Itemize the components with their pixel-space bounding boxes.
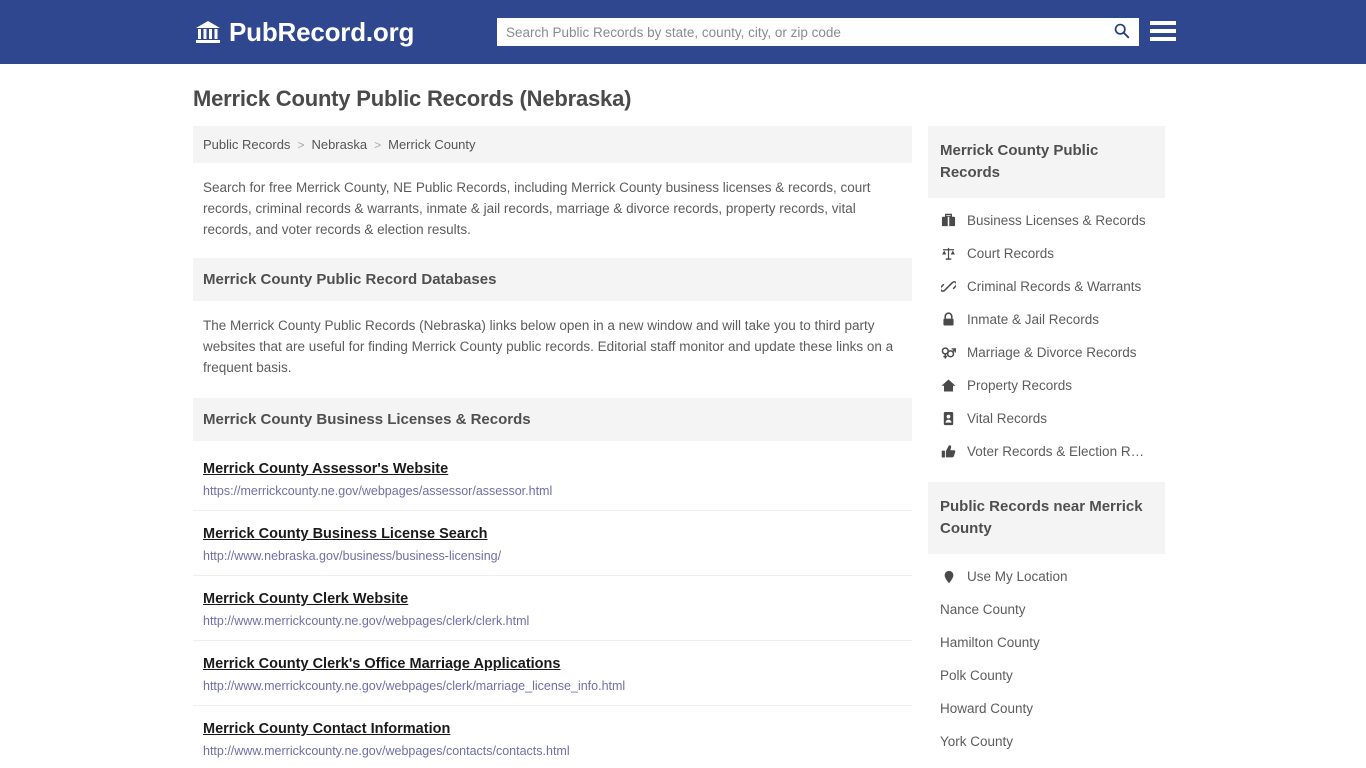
sidebar-records-list: Business Licenses & Records Court Record… (928, 198, 1165, 472)
sidebar-nearby-heading: Public Records near Merrick County (928, 482, 1165, 554)
search-icon (1113, 22, 1130, 42)
sidebar-item-label: Polk County (940, 668, 1013, 683)
search-button[interactable] (1104, 19, 1138, 45)
site-header: PubRecord.org (0, 0, 1366, 64)
map-pin-icon (940, 570, 957, 584)
list-item: Merrick County Assessor's Website https:… (193, 445, 912, 511)
breadcrumb: Public Records > Nebraska > Merrick Coun… (193, 126, 912, 163)
sidebar-item-label: Criminal Records & Warrants (967, 279, 1142, 294)
record-link-url[interactable]: https://merrickcounty.ne.gov/webpages/as… (203, 484, 902, 498)
business-section-heading: Merrick County Business Licenses & Recor… (193, 398, 912, 441)
main-column: Public Records > Nebraska > Merrick Coun… (193, 126, 912, 768)
business-link-list: Merrick County Assessor's Website https:… (193, 445, 912, 768)
sidebar-item-label: Use My Location (967, 569, 1068, 584)
record-link-url[interactable]: http://www.merrickcounty.ne.gov/webpages… (203, 614, 902, 628)
sidebar-item-label: Vital Records (967, 411, 1048, 426)
sidebar-item-label: Property Records (967, 378, 1073, 393)
databases-section-body: The Merrick County Public Records (Nebra… (203, 318, 894, 375)
record-link-url[interactable]: http://www.nebraska.gov/business/busines… (203, 549, 902, 563)
sidebar-item-hamilton-county[interactable]: Hamilton County (928, 626, 1165, 659)
sidebar-item-marriage-divorce-records[interactable]: Marriage & Divorce Records (928, 336, 1165, 369)
bank-building-icon (195, 19, 221, 45)
thumbs-up-icon (940, 444, 957, 459)
sidebar-item-property-records[interactable]: Property Records (928, 369, 1165, 402)
record-link-url[interactable]: http://www.merrickcounty.ne.gov/webpages… (203, 744, 902, 758)
sidebar-nearby-list: Use My Location Nance County Hamilton Co… (928, 554, 1165, 762)
menu-bar-2 (1150, 29, 1176, 33)
breadcrumb-separator-icon: > (297, 137, 305, 152)
hamburger-menu-icon[interactable] (1150, 18, 1176, 44)
menu-bar-3 (1150, 37, 1176, 41)
list-item: Merrick County Contact Information http:… (193, 706, 912, 768)
content-container: Merrick County Public Records (Nebraska)… (193, 64, 1173, 768)
handcuffs-icon (940, 279, 957, 294)
breadcrumb-item-merrick-county[interactable]: Merrick County (388, 137, 475, 152)
record-link-title[interactable]: Merrick County Clerk Website (203, 591, 408, 607)
sidebar-item-use-my-location[interactable]: Use My Location (928, 560, 1165, 593)
sidebar-item-polk-county[interactable]: Polk County (928, 659, 1165, 692)
intro-paragraph: Search for free Merrick County, NE Publi… (203, 180, 871, 237)
page-title: Merrick County Public Records (Nebraska) (193, 86, 632, 111)
sidebar-item-york-county[interactable]: York County (928, 725, 1165, 758)
search-bar (497, 18, 1139, 46)
sidebar: Merrick County Public Records Business L… (928, 126, 1165, 762)
breadcrumb-item-nebraska[interactable]: Nebraska (311, 137, 367, 152)
sidebar-item-label: York County (940, 734, 1014, 749)
record-link-title[interactable]: Merrick County Contact Information (203, 721, 450, 737)
search-input[interactable] (498, 19, 1104, 45)
record-link-url[interactable]: http://www.merrickcounty.ne.gov/webpages… (203, 679, 902, 693)
sidebar-item-inmate-jail-records[interactable]: Inmate & Jail Records (928, 303, 1165, 336)
home-icon (940, 378, 957, 393)
record-link-title[interactable]: Merrick County Assessor's Website (203, 461, 448, 477)
lock-icon (940, 312, 957, 327)
sidebar-item-label: Business Licenses & Records (967, 213, 1146, 228)
sidebar-item-label: Voter Records & Election R… (967, 444, 1145, 459)
record-link-title[interactable]: Merrick County Clerk's Office Marriage A… (203, 656, 560, 672)
sidebar-item-business-licenses[interactable]: Business Licenses & Records (928, 204, 1165, 237)
sidebar-item-howard-county[interactable]: Howard County (928, 692, 1165, 725)
scales-of-justice-icon (940, 246, 957, 261)
site-logo-text: PubRecord.org (229, 16, 415, 47)
sidebar-item-court-records[interactable]: Court Records (928, 237, 1165, 270)
breadcrumb-separator-icon: > (374, 137, 382, 152)
page-body: Merrick County Public Records (Nebraska)… (0, 64, 1366, 768)
site-logo-link[interactable]: PubRecord.org (195, 17, 414, 48)
venus-mars-icon (940, 345, 957, 360)
sidebar-item-nance-county[interactable]: Nance County (928, 593, 1165, 626)
list-item: Merrick County Business License Search h… (193, 511, 912, 576)
sidebar-item-label: Court Records (967, 246, 1055, 261)
sidebar-item-label: Inmate & Jail Records (967, 312, 1100, 327)
databases-section-heading: Merrick County Public Record Databases (193, 258, 912, 301)
sidebar-item-label: Marriage & Divorce Records (967, 345, 1137, 360)
list-item: Merrick County Clerk Website http://www.… (193, 576, 912, 641)
sidebar-item-label: Hamilton County (940, 635, 1040, 650)
sidebar-item-criminal-records[interactable]: Criminal Records & Warrants (928, 270, 1165, 303)
two-column-layout: Public Records > Nebraska > Merrick Coun… (193, 126, 1173, 768)
record-link-title[interactable]: Merrick County Business License Search (203, 526, 487, 542)
list-item: Merrick County Clerk's Office Marriage A… (193, 641, 912, 706)
sidebar-item-vital-records[interactable]: Vital Records (928, 402, 1165, 435)
menu-bar-1 (1150, 21, 1176, 25)
sidebar-item-label: Nance County (940, 602, 1026, 617)
sidebar-records-heading: Merrick County Public Records (928, 126, 1165, 198)
briefcase-icon (940, 213, 957, 228)
id-badge-icon (940, 411, 957, 426)
sidebar-item-voter-records[interactable]: Voter Records & Election R… (928, 435, 1165, 468)
sidebar-item-label: Howard County (940, 701, 1034, 716)
breadcrumb-item-public-records[interactable]: Public Records (203, 137, 290, 152)
